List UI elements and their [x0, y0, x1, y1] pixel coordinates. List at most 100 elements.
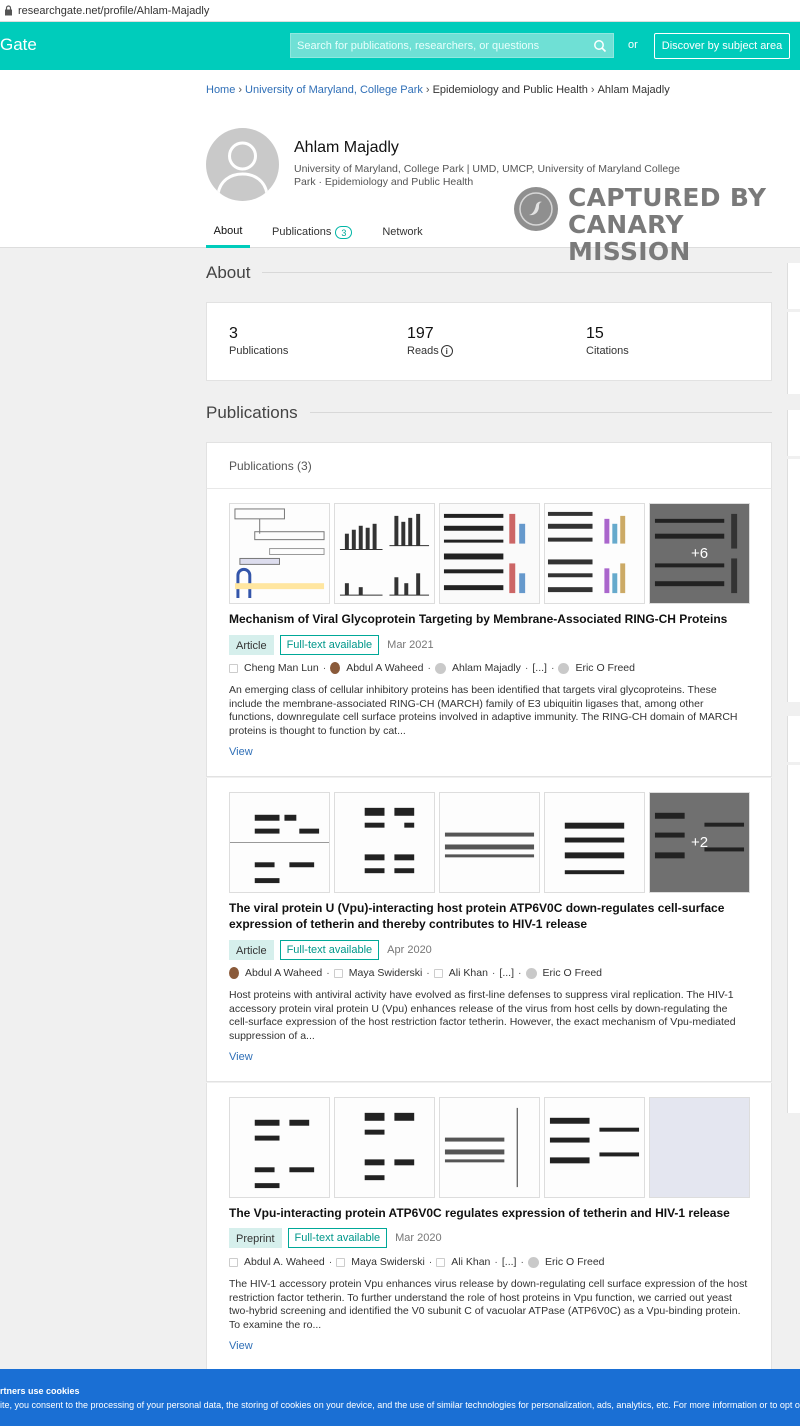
- publication-meta: Preprint Full-text available Mar 2020: [229, 1228, 442, 1248]
- figure-thumbnail[interactable]: [229, 792, 330, 893]
- publication-title[interactable]: The viral protein U (Vpu)-interacting ho…: [229, 900, 749, 932]
- figure-thumbnail[interactable]: [334, 503, 435, 604]
- tab-network[interactable]: Network: [382, 216, 422, 248]
- figure-thumbnail[interactable]: [229, 503, 330, 604]
- info-icon[interactable]: i: [440, 345, 453, 357]
- watermark-text: CAPTURED BY CANARY MISSION: [568, 184, 800, 265]
- author[interactable]: Ali Khan: [433, 967, 488, 979]
- publication-type-badge: Article: [229, 635, 274, 655]
- author-name: Abdul A Waheed: [245, 967, 323, 979]
- author-name: Eric O Freed: [542, 967, 603, 979]
- discover-button[interactable]: Discover by subject area: [654, 33, 790, 59]
- breadcrumb-university[interactable]: University of Maryland, College Park: [245, 84, 423, 96]
- more-figures-count: +6: [690, 545, 709, 562]
- author[interactable]: Ali Khan: [436, 1256, 490, 1268]
- author[interactable]: Maya Swiderski: [333, 967, 422, 979]
- author[interactable]: Eric O Freed: [525, 967, 603, 979]
- publication-item: The Vpu-interacting protein ATP6V0C regu…: [206, 1083, 772, 1373]
- view-link[interactable]: View: [229, 1340, 253, 1352]
- figure-thumbnail[interactable]: [544, 792, 645, 893]
- more-authors[interactable]: [...]: [502, 1256, 517, 1268]
- doc-icon: [436, 1257, 446, 1267]
- search-input[interactable]: [297, 39, 593, 52]
- lock-icon: [5, 5, 12, 16]
- brand-logo[interactable]: Gate: [0, 35, 37, 55]
- publication-date: Apr 2020: [387, 944, 432, 956]
- publication-meta: Article Full-text available Apr 2020: [229, 940, 432, 960]
- profile-tabs: About Publications 3 Network: [206, 216, 423, 248]
- tab-publications[interactable]: Publications 3: [272, 216, 353, 248]
- publication-title[interactable]: The Vpu-interacting protein ATP6V0C regu…: [229, 1205, 749, 1221]
- divider: [310, 412, 772, 413]
- chevron-right-icon: ›: [425, 84, 430, 96]
- publication-type-badge: Preprint: [229, 1228, 282, 1248]
- doc-icon: [229, 663, 238, 673]
- doc-icon: [229, 1257, 238, 1267]
- separator: ·: [328, 1256, 333, 1268]
- author[interactable]: Eric O Freed: [558, 662, 635, 674]
- stat-label-row: Reads i: [407, 345, 453, 357]
- about-section-title: About: [206, 263, 251, 282]
- search-box[interactable]: [290, 33, 614, 58]
- figure-thumbnails: +6: [229, 503, 750, 604]
- publication-meta: Article Full-text available Mar 2021: [229, 635, 434, 655]
- cookie-body: ite, you consent to the processing of yo…: [0, 1400, 800, 1410]
- sidebar-card-stub: [787, 312, 800, 394]
- breadcrumb: Home › University of Maryland, College P…: [206, 84, 670, 96]
- separator: ·: [427, 662, 432, 674]
- author-name: [...]: [499, 967, 514, 979]
- author-name: Ali Khan: [448, 967, 488, 979]
- breadcrumb-home[interactable]: Home: [206, 84, 235, 96]
- tab-about[interactable]: About: [206, 216, 250, 248]
- publication-title[interactable]: Mechanism of Viral Glycoprotein Targetin…: [229, 611, 749, 627]
- author[interactable]: Eric O Freed: [527, 1256, 605, 1268]
- author[interactable]: Abdul A Waheed: [229, 967, 322, 979]
- separator: ·: [322, 662, 327, 674]
- figure-thumbnail[interactable]: [229, 1097, 330, 1198]
- url-text: researchgate.net/profile/Ahlam-Majadly: [18, 4, 210, 17]
- sidebar-card-stub: [787, 263, 800, 309]
- search-icon[interactable]: [593, 39, 607, 53]
- figure-thumbnail[interactable]: [439, 1097, 540, 1198]
- fulltext-badge[interactable]: Full-text available: [287, 1228, 388, 1248]
- publication-abstract: The HIV-1 accessory protein Vpu enhances…: [229, 1278, 748, 1331]
- canary-logo-icon: [514, 187, 558, 231]
- breadcrumb-department[interactable]: Epidemiology and Public Health: [433, 84, 588, 96]
- avatar: [206, 128, 279, 201]
- figure-thumbnail[interactable]: [544, 1097, 645, 1198]
- separator: ·: [524, 662, 529, 674]
- user-placeholder-icon: [558, 662, 570, 674]
- stat-reads[interactable]: 197 Reads i: [407, 325, 453, 357]
- figure-thumbnail[interactable]: [439, 792, 540, 893]
- fulltext-badge[interactable]: Full-text available: [279, 635, 380, 655]
- author-list: Abdul A. Waheed · Maya Swiderski · Ali K…: [229, 1256, 605, 1268]
- sidebar-card-stub: [787, 716, 800, 762]
- address-bar[interactable]: researchgate.net/profile/Ahlam-Majadly: [0, 0, 800, 22]
- view-link[interactable]: View: [229, 1051, 253, 1063]
- tab-publications-label: Publications: [272, 226, 332, 238]
- fulltext-badge[interactable]: Full-text available: [279, 940, 380, 960]
- figure-thumbnail[interactable]: [334, 792, 435, 893]
- view-link[interactable]: View: [229, 746, 253, 758]
- doc-icon: [336, 1257, 346, 1267]
- author-name: Abdul A Waheed: [346, 662, 424, 674]
- stat-citations[interactable]: 15 Citations: [586, 325, 629, 357]
- figure-thumbnail-more[interactable]: +2: [649, 792, 750, 893]
- author[interactable]: Ahlam Majadly: [435, 662, 521, 674]
- figure-thumbnail[interactable]: [439, 503, 540, 604]
- author[interactable]: Maya Swiderski: [336, 1256, 425, 1268]
- author[interactable]: Cheng Man Lun: [229, 662, 319, 674]
- more-authors[interactable]: [...]: [499, 967, 514, 979]
- figure-thumbnail-more[interactable]: +6: [649, 503, 750, 604]
- author[interactable]: Abdul A Waheed: [330, 662, 424, 674]
- stat-publications[interactable]: 3 Publications: [229, 325, 288, 357]
- publication-abstract: Host proteins with antiviral activity ha…: [229, 989, 736, 1042]
- author-name: Maya Swiderski: [351, 1256, 425, 1268]
- figure-thumbnail[interactable]: [544, 503, 645, 604]
- tab-network-label: Network: [382, 226, 423, 238]
- tab-about-label: About: [213, 224, 243, 237]
- stat-label: Citations: [586, 345, 629, 357]
- figure-thumbnail[interactable]: [334, 1097, 435, 1198]
- author[interactable]: Abdul A. Waheed: [229, 1256, 325, 1268]
- more-authors[interactable]: [...]: [532, 662, 547, 674]
